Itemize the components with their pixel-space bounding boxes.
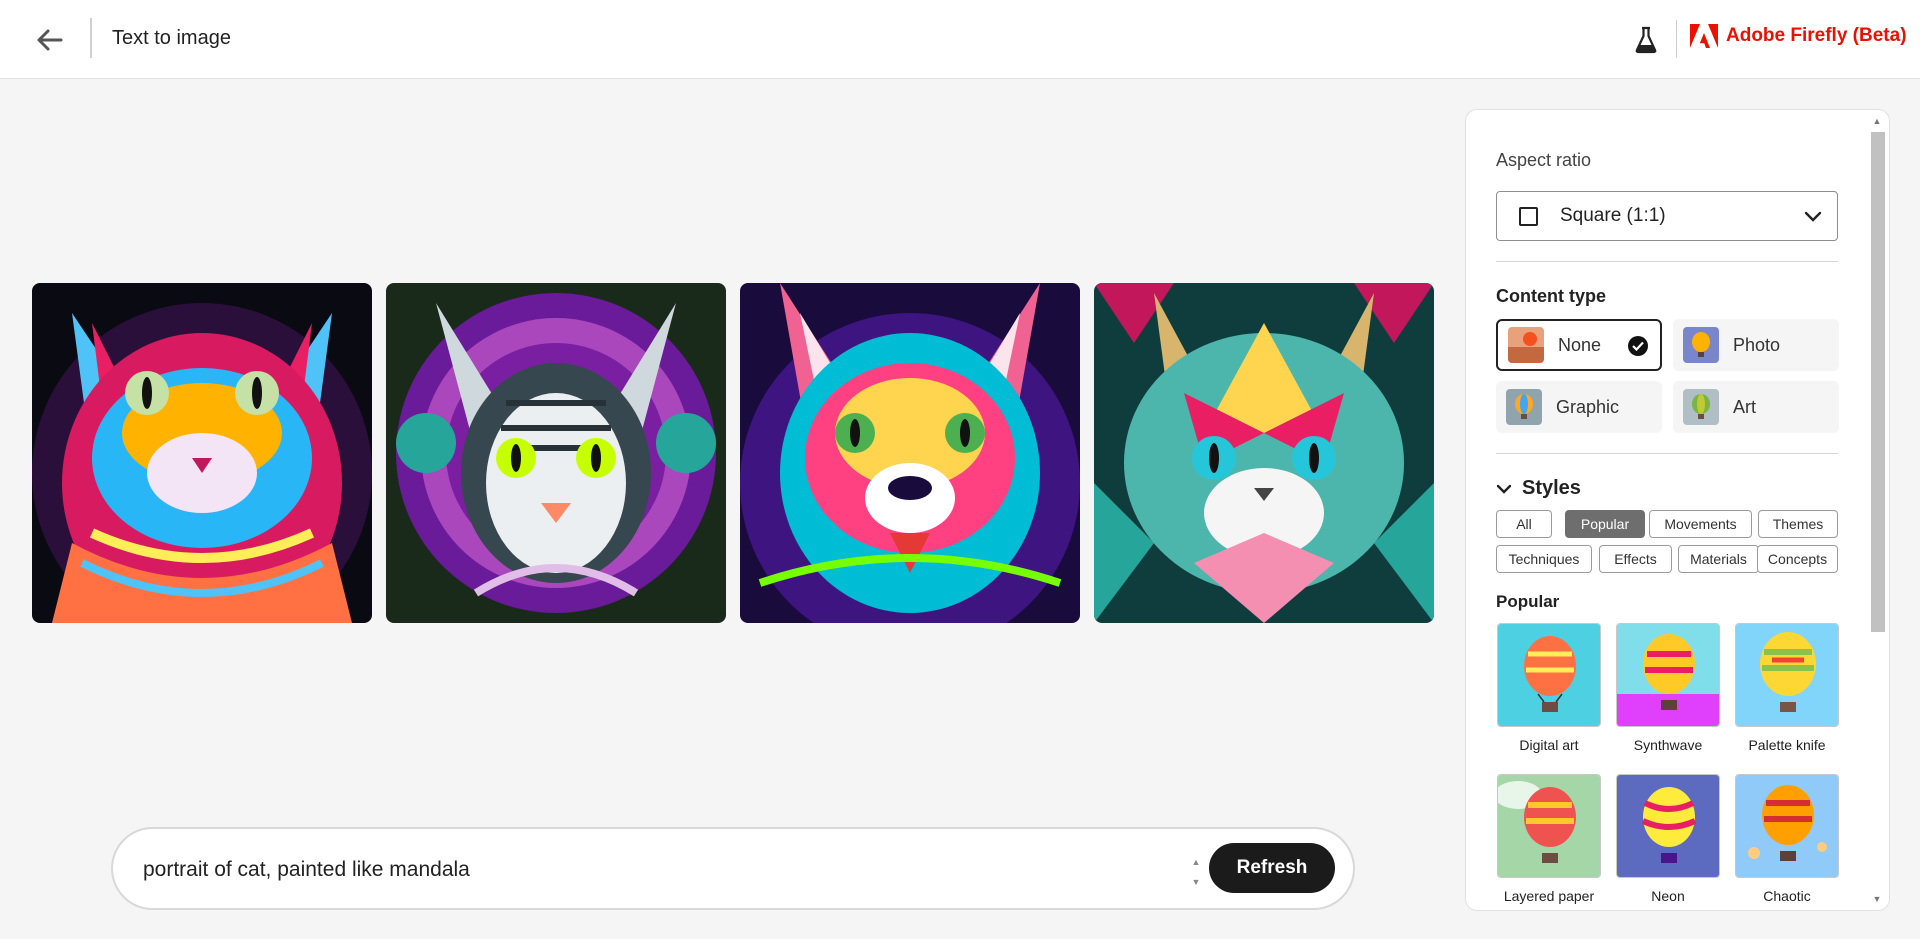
- chevron-down-icon: [1804, 211, 1822, 222]
- none-thumbnail: [1508, 327, 1544, 363]
- style-name: Palette knife: [1748, 737, 1826, 753]
- content-type-none-label: None: [1558, 334, 1602, 355]
- adobe-logo-icon: [1690, 24, 1718, 48]
- divider: [1496, 453, 1838, 454]
- content-type-photo-label: Photo: [1733, 334, 1781, 355]
- style-tile-layered-paper[interactable]: Layered paper: [1497, 774, 1601, 904]
- style-name: Neon: [1651, 888, 1685, 904]
- generated-images-gallery: [32, 283, 1434, 623]
- style-chip-popular[interactable]: Popular: [1565, 510, 1645, 538]
- style-name: Synthwave: [1633, 737, 1703, 753]
- app-header: Text to image Adobe Firefly (Beta): [0, 0, 1920, 79]
- neon-thumbnail: [1616, 774, 1720, 878]
- checkmark-icon: [1628, 336, 1648, 356]
- chaotic-thumbnail: [1735, 774, 1839, 878]
- brand-name: Adobe Firefly (Beta): [1726, 25, 1907, 46]
- chevron-up-icon: ▲: [1191, 857, 1201, 867]
- content-type-none[interactable]: None: [1496, 319, 1662, 371]
- square-icon: [1519, 206, 1538, 226]
- prompt-bar: ▲ ▼ Refresh: [111, 827, 1355, 910]
- prompt-input[interactable]: [143, 853, 1173, 887]
- style-chip-concepts[interactable]: Concepts: [1757, 545, 1838, 573]
- generated-image-2[interactable]: [386, 283, 726, 623]
- scroll-down-icon[interactable]: ▼: [1869, 892, 1885, 906]
- graphic-thumbnail: [1506, 389, 1542, 425]
- style-tile-digital-art[interactable]: Digital art: [1497, 623, 1601, 753]
- styles-title: Styles: [1522, 477, 1581, 499]
- chevron-down-icon: ▼: [1191, 877, 1201, 887]
- divider: [1496, 261, 1838, 262]
- style-chip-themes[interactable]: Themes: [1758, 510, 1838, 538]
- style-tile-chaotic[interactable]: Chaotic: [1735, 774, 1839, 904]
- content-type-art[interactable]: Art: [1673, 381, 1839, 433]
- content-type-photo[interactable]: Photo: [1673, 319, 1839, 371]
- style-tile-synthwave[interactable]: Synthwave: [1616, 623, 1720, 753]
- palette-knife-thumbnail: [1735, 623, 1839, 727]
- panel-scrollbar[interactable]: ▲ ▼: [1869, 114, 1885, 906]
- generated-image-3[interactable]: [740, 283, 1080, 623]
- popular-styles-label: Popular: [1496, 592, 1560, 611]
- header-divider: [90, 18, 92, 58]
- photo-thumbnail: [1683, 327, 1719, 363]
- generated-image-1[interactable]: [32, 283, 372, 623]
- content-type-art-label: Art: [1733, 396, 1757, 417]
- scrollbar-thumb[interactable]: [1871, 132, 1885, 632]
- style-chip-movements[interactable]: Movements: [1649, 510, 1752, 538]
- style-name: Layered paper: [1503, 888, 1595, 904]
- layered-paper-thumbnail: [1497, 774, 1601, 878]
- art-thumbnail: [1683, 389, 1719, 425]
- aspect-ratio-label: Aspect ratio: [1496, 150, 1592, 170]
- aspect-ratio-dropdown[interactable]: Square (1:1): [1496, 191, 1838, 241]
- styles-section-toggle[interactable]: Styles: [1496, 477, 1581, 500]
- back-arrow-icon[interactable]: [32, 22, 68, 58]
- style-chip-effects[interactable]: Effects: [1599, 545, 1672, 573]
- adobe-firefly-brand[interactable]: Adobe Firefly (Beta): [1690, 24, 1907, 48]
- settings-panel: Aspect ratio Square (1:1) Content type N…: [1465, 109, 1890, 911]
- content-type-graphic[interactable]: Graphic: [1496, 381, 1662, 433]
- prompt-resize-stepper[interactable]: ▲ ▼: [1189, 857, 1203, 887]
- refresh-button[interactable]: Refresh: [1209, 843, 1335, 893]
- flask-icon[interactable]: [1632, 24, 1660, 56]
- style-name: Chaotic: [1763, 888, 1811, 904]
- header-divider: [1676, 20, 1677, 58]
- generated-image-4[interactable]: [1094, 283, 1434, 623]
- content-type-label: Content type: [1496, 286, 1606, 306]
- style-chip-all[interactable]: All: [1496, 510, 1552, 538]
- content-type-graphic-label: Graphic: [1556, 396, 1620, 417]
- style-chip-materials[interactable]: Materials: [1678, 545, 1759, 573]
- style-tile-palette-knife[interactable]: Palette knife: [1735, 623, 1839, 753]
- aspect-ratio-value: Square (1:1): [1560, 205, 1666, 226]
- scroll-up-icon[interactable]: ▲: [1869, 114, 1885, 128]
- synthwave-thumbnail: [1616, 623, 1720, 727]
- digital-art-thumbnail: [1497, 623, 1601, 727]
- chevron-down-icon: [1496, 484, 1512, 494]
- page-title: Text to image: [112, 27, 231, 49]
- style-chip-techniques[interactable]: Techniques: [1496, 545, 1592, 573]
- style-tile-neon[interactable]: Neon: [1616, 774, 1720, 904]
- style-name: Digital art: [1519, 737, 1579, 753]
